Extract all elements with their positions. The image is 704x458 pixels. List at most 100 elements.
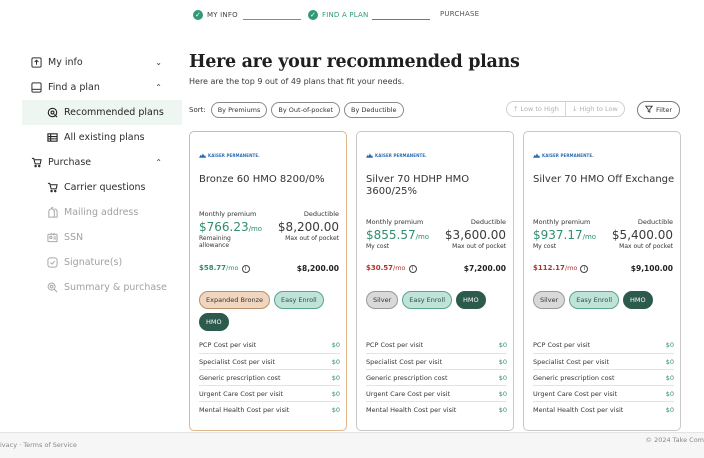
check-shield-icon [46, 257, 58, 269]
right-note: Max out of pocket [619, 243, 673, 250]
sidebar-item-label: Signature(s) [64, 257, 123, 268]
cost-row: Urgent Care Cost per visit $0 [199, 385, 340, 401]
kaiser-logo-icon [199, 153, 206, 158]
sidebar-item-find-a-plan[interactable]: Find a plan ⌃ [22, 75, 182, 100]
info-icon[interactable]: i [241, 265, 250, 273]
deductible-label: Deductible [303, 210, 339, 218]
step-connector [243, 19, 301, 20]
sidebar-item-signatures[interactable]: Signature(s) [22, 250, 182, 275]
cost-row: PCP Cost per visit $0 [366, 341, 507, 349]
tag-easy-enroll: Easy Enroll [402, 291, 452, 309]
tag-easy-enroll: Easy Enroll [569, 291, 619, 309]
chevron-up-icon[interactable]: ⌃ [155, 83, 162, 92]
sort-bar: Sort: By Premiums By Out-of-pocket By De… [189, 102, 404, 118]
check-icon: ✓ [193, 10, 203, 20]
max-oop-value: $9,100.00 [630, 264, 673, 273]
premium-block: Monthly premium Deductible $766.23/mo $8… [199, 210, 339, 249]
sidebar-item-mailing-address[interactable]: Mailing address [22, 200, 182, 225]
footer-links[interactable]: ivacy · Terms of Service [0, 441, 77, 449]
cart-icon [46, 182, 58, 194]
cost-row: Generic prescription cost $0 [366, 369, 507, 385]
plan-name: Bronze 60 HMO 8200/0% [199, 174, 325, 185]
deductible-label: Deductible [637, 218, 673, 226]
right-note: Max out of pocket [452, 243, 506, 250]
cost-row: Urgent Care Cost per visit $0 [533, 385, 674, 401]
sidebar-item-summary-purchase[interactable]: Summary & purchase [22, 275, 182, 300]
sidebar: My info ⌄ Find a plan ⌃ Recommended plan… [22, 50, 182, 300]
page-title: Here are your recommended plans [189, 52, 520, 72]
carrier-name: KAISER PERMANENTE. [542, 153, 594, 158]
tag-metal-level: Silver [533, 291, 566, 309]
net-cost: $30.57/mo i [366, 264, 417, 273]
tag-plan-type: HMO [623, 291, 653, 309]
cost-row: Urgent Care Cost per visit $0 [366, 385, 507, 401]
chevron-down-icon[interactable]: ⌄ [155, 58, 162, 67]
kaiser-logo-icon [533, 153, 540, 158]
sidebar-item-label: Carrier questions [64, 182, 146, 193]
footer: ivacy · Terms of Service © 2024 Take Com [0, 432, 704, 458]
plan-name: Silver 70 HMO Off Exchange [533, 174, 675, 185]
tag-metal-level: Silver [366, 291, 399, 309]
sidebar-item-ssn[interactable]: SSN [22, 225, 182, 250]
max-oop-value: $8,200.00 [296, 264, 339, 273]
sidebar-item-my-info[interactable]: My info ⌄ [22, 50, 182, 75]
table-icon [46, 132, 58, 144]
sort-by-deductible-button[interactable]: By Deductible [344, 102, 404, 118]
left-note: My cost [366, 243, 390, 250]
premium-value: $937.17/mo [533, 228, 597, 242]
premium-block: Monthly premium Deductible $937.17/mo $5… [533, 218, 673, 250]
right-note: Max out of pocket [285, 235, 339, 242]
deductible-value: $3,600.00 [444, 228, 506, 242]
cost-row: Mental Health Cost per visit $0 [199, 401, 340, 417]
step-connector [372, 19, 430, 20]
sort-order-toggle: ↑ Low to High ↓ High to Low [506, 101, 625, 117]
sort-by-premiums-button[interactable]: By Premiums [210, 102, 268, 118]
sidebar-item-label: Summary & purchase [64, 282, 167, 293]
sidebar-item-label: Recommended plans [64, 107, 164, 118]
cost-row: PCP Cost per visit $0 [199, 341, 340, 349]
sidebar-item-label: My info [48, 57, 83, 68]
plan-card[interactable]: KAISER PERMANENTE. Silver 70 HMO Off Exc… [523, 131, 681, 431]
info-icon[interactable]: i [580, 265, 589, 273]
step-my-info[interactable]: ✓ MY INFO [193, 10, 238, 20]
low-to-high-button[interactable]: ↑ Low to High [507, 102, 565, 116]
plan-card[interactable]: KAISER PERMANENTE. Bronze 60 HMO 8200/0%… [189, 131, 347, 431]
high-to-low-button[interactable]: ↓ High to Low [564, 102, 624, 116]
deductible-value: $5,400.00 [611, 228, 673, 242]
filter-label: Filter [656, 106, 673, 114]
info-icon[interactable]: i [408, 265, 417, 273]
plan-tags: Silver Easy Enroll HMO [366, 291, 511, 309]
recommended-icon [46, 107, 58, 119]
step-purchase[interactable]: PURCHASE [440, 10, 479, 18]
step-find-a-plan[interactable]: ✓ FIND A PLAN [308, 10, 368, 20]
chevron-up-icon[interactable]: ⌃ [155, 158, 162, 167]
cost-row: Generic prescription cost $0 [533, 369, 674, 385]
copyright: © 2024 Take Com [645, 436, 704, 444]
mailbox-icon [46, 207, 58, 219]
cost-list: PCP Cost per visit $0 Specialist Cost per… [533, 337, 674, 417]
tag-metal-level: Expanded Bronze [199, 291, 270, 309]
sidebar-item-purchase[interactable]: Purchase ⌃ [22, 150, 182, 175]
cost-row: Specialist Cost per visit $0 [199, 353, 340, 369]
plan-tags: Silver Easy Enroll HMO [533, 291, 678, 309]
sidebar-item-carrier-questions[interactable]: Carrier questions [22, 175, 182, 200]
upload-box-icon [30, 57, 42, 69]
sort-by-out-of-pocket-button[interactable]: By Out-of-pocket [271, 102, 341, 118]
id-card-icon [46, 232, 58, 244]
cost-row: Specialist Cost per visit $0 [533, 353, 674, 369]
progress-stepper: ✓ MY INFO ✓ FIND A PLAN PURCHASE [193, 10, 493, 28]
cost-row: Mental Health Cost per visit $0 [533, 401, 674, 417]
sidebar-item-label: Find a plan [48, 82, 100, 93]
premium-value: $855.57/mo [366, 228, 430, 242]
sidebar-item-recommended-plans[interactable]: Recommended plans [22, 100, 182, 125]
carrier-logo: KAISER PERMANENTE. [366, 153, 427, 158]
filter-button[interactable]: Filter [637, 101, 681, 119]
net-cost: $112.17/mo i [533, 264, 589, 273]
sidebar-item-label: Purchase [48, 157, 92, 168]
sidebar-item-all-existing-plans[interactable]: All existing plans [22, 125, 182, 150]
cart-icon [30, 157, 42, 169]
premium-label: Monthly premium [366, 218, 424, 226]
plan-card[interactable]: KAISER PERMANENTE. Silver 70 HDHP HMO 36… [356, 131, 514, 431]
premium-value: $766.23/mo [199, 220, 263, 234]
premium-label: Monthly premium [199, 210, 257, 218]
